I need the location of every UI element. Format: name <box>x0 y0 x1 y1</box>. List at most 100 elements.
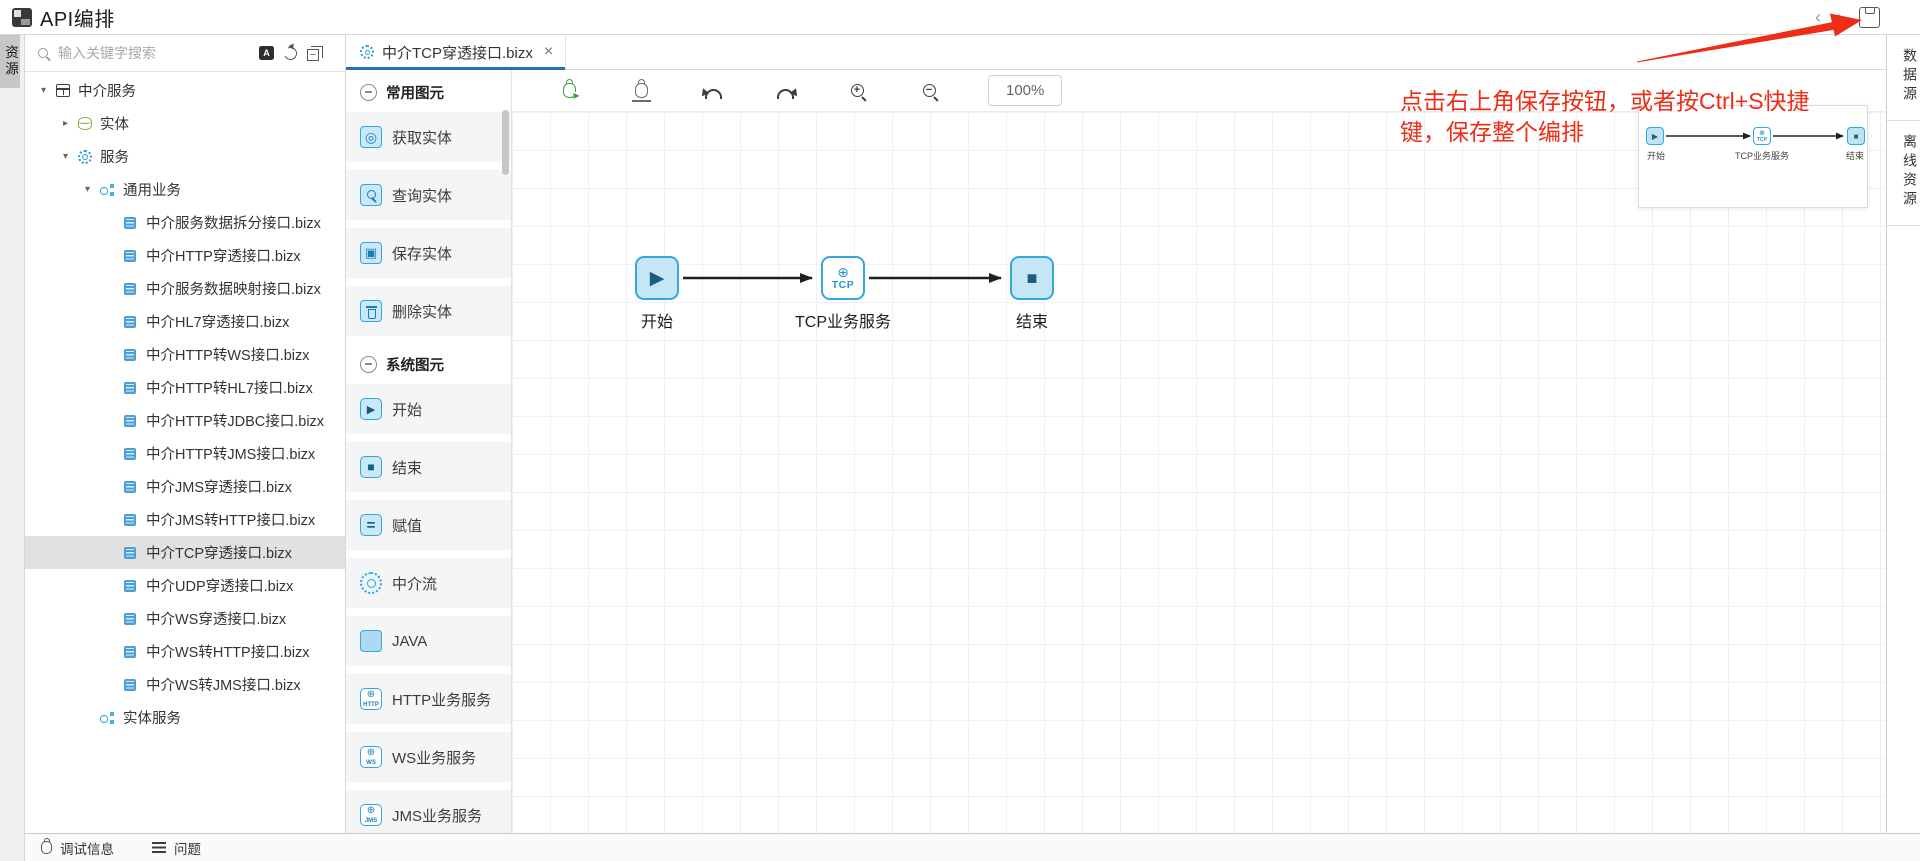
collapse-section-icon[interactable] <box>360 84 377 101</box>
palette-item-icon <box>360 242 382 264</box>
palette-row[interactable]: 查询实体 <box>346 170 511 220</box>
minimap-label-tcp: TCP业务服务 <box>1735 149 1789 162</box>
palette-row[interactable]: 中介流 <box>346 558 511 608</box>
redo-icon <box>777 89 794 99</box>
zoom-in-button[interactable] <box>844 78 870 104</box>
tree-item[interactable]: 中介JMS转HTTP接口.bizx <box>25 503 345 536</box>
palette-scrollbar[interactable] <box>502 110 509 175</box>
tree-item-icon <box>124 250 136 262</box>
tree-item[interactable]: 中介WS穿透接口.bizx <box>25 602 345 635</box>
palette-row[interactable]: HTTP HTTP业务服务 <box>346 674 511 724</box>
locale-toggle-icon[interactable] <box>259 46 274 60</box>
tree-item[interactable]: 通用业务 <box>25 173 345 206</box>
palette-row[interactable]: JMS JMS业务服务 <box>346 790 511 833</box>
tab-close-icon[interactable]: × <box>544 44 553 60</box>
collapse-all-icon[interactable] <box>307 49 319 61</box>
zoom-out-button[interactable] <box>916 78 942 104</box>
bottom-bar: 调试信息 问题 <box>25 833 1920 861</box>
tree-item-label: 中介服务数据映射接口.bizx <box>146 278 321 299</box>
debug-deploy-icon <box>635 83 648 98</box>
tree-item-label: 中介JMS转HTTP接口.bizx <box>146 509 315 530</box>
header-actions: ‹ › <box>1815 7 1910 28</box>
work-area: 中介TCP穿透接口.bizx × 常用图元 获取实体 <box>346 35 1886 833</box>
palette-item-icon <box>360 630 382 652</box>
node-tcp-service[interactable]: TCP <box>821 256 865 300</box>
palette-row[interactable]: 删除实体 <box>346 286 511 336</box>
node-start[interactable] <box>635 256 679 300</box>
bottom-bar-item-icon <box>41 841 52 854</box>
node-end[interactable] <box>1010 256 1054 300</box>
tree-item[interactable]: 中介服务数据拆分接口.bizx <box>25 206 345 239</box>
tree-item[interactable]: 中介WS转HTTP接口.bizx <box>25 635 345 668</box>
nav-back-icon[interactable]: ‹ <box>1815 8 1821 26</box>
palette-row[interactable]: WS WS业务服务 <box>346 732 511 782</box>
caret-icon[interactable] <box>41 85 56 96</box>
bottom-bar-item[interactable]: 问题 <box>152 838 201 858</box>
app-header: API编排 ‹ › <box>0 0 1920 35</box>
rail-tab[interactable]: 离线资源 <box>1887 121 1920 226</box>
rail-tab[interactable]: 数据源 <box>1887 35 1920 121</box>
annotation-line-1: 点击右上角保存按钮，或者按Ctrl+S快捷 <box>1400 86 1810 117</box>
palette-row[interactable]: JAVA <box>346 616 511 666</box>
tree-item-icon <box>78 117 92 130</box>
tree-item-label: 中介HL7穿透接口.bizx <box>146 311 289 332</box>
rail-tab-resources[interactable]: 资源 <box>0 35 20 88</box>
zoom-level-button[interactable]: 100% <box>988 75 1062 106</box>
tree-item[interactable]: 服务 <box>25 140 345 173</box>
tree-item-icon <box>124 613 136 625</box>
tab-bizx-file[interactable]: 中介TCP穿透接口.bizx × <box>346 35 566 69</box>
palette-item-label: 赋值 <box>392 515 422 536</box>
debug-deploy-button[interactable] <box>628 78 654 104</box>
redo-button[interactable] <box>772 78 798 104</box>
tree-item[interactable]: 中介WS转JMS接口.bizx <box>25 668 345 701</box>
tree-item[interactable]: 中介JMS穿透接口.bizx <box>25 470 345 503</box>
canvas-grid[interactable] <box>512 112 1886 833</box>
palette-item-icon: JMS <box>360 804 382 826</box>
tree-item[interactable]: 中介HTTP转HL7接口.bizx <box>25 371 345 404</box>
palette-row[interactable]: 赋值 <box>346 500 511 550</box>
caret-icon[interactable] <box>85 184 100 195</box>
bottom-bar-item[interactable]: 调试信息 <box>41 838 114 858</box>
palette-row[interactable]: 常用图元 <box>346 72 511 112</box>
tree-item[interactable]: 中介HTTP穿透接口.bizx <box>25 239 345 272</box>
tree-item[interactable]: 中介TCP穿透接口.bizx <box>25 536 345 569</box>
node-tcp-label: TCP业务服务 <box>795 308 891 332</box>
tree-item[interactable]: 实体服务 <box>25 701 345 734</box>
tree-item[interactable]: 中介HTTP转WS接口.bizx <box>25 338 345 371</box>
flow-canvas[interactable]: 100% TCP 开始 TCP业务服务 结束 <box>512 70 1886 833</box>
tree-item-label: 中介HTTP转HL7接口.bizx <box>146 377 313 398</box>
tree-item[interactable]: 中介HTTP转JDBC接口.bizx <box>25 404 345 437</box>
debug-run-button[interactable] <box>556 78 582 104</box>
tree-item[interactable]: 实体 <box>25 107 345 140</box>
node-tcp-badge: TCP <box>832 279 855 291</box>
palette-row[interactable]: 开始 <box>346 384 511 434</box>
search-input[interactable] <box>58 45 259 61</box>
palette-row[interactable]: 获取实体 <box>346 112 511 162</box>
nav-forward-icon[interactable]: › <box>1837 8 1843 26</box>
tree-item[interactable]: 中介UDP穿透接口.bizx <box>25 569 345 602</box>
bottom-bar-item-label: 问题 <box>174 838 201 858</box>
collapse-section-icon[interactable] <box>360 356 377 373</box>
palette-row[interactable]: 结束 <box>346 442 511 492</box>
palette-item-label: 获取实体 <box>392 127 452 148</box>
bottom-bar-item-label: 调试信息 <box>60 838 114 858</box>
bottom-bar-item-icon <box>152 842 166 853</box>
tree-item[interactable]: 中介服务 <box>25 74 345 107</box>
tree-item-icon <box>56 84 70 97</box>
palette-row[interactable]: 保存实体 <box>346 228 511 278</box>
undo-button[interactable] <box>700 78 726 104</box>
caret-icon[interactable] <box>63 151 78 162</box>
tree-item[interactable]: 中介服务数据映射接口.bizx <box>25 272 345 305</box>
caret-icon[interactable] <box>63 118 78 129</box>
tree-item-label: 中介HTTP转JMS接口.bizx <box>146 443 315 464</box>
tree-item-icon <box>124 580 136 592</box>
tree-item-label: 中介HTTP转WS接口.bizx <box>146 344 310 365</box>
tree-item[interactable]: 中介HTTP转JMS接口.bizx <box>25 437 345 470</box>
refresh-icon[interactable] <box>282 45 299 62</box>
app-logo-icon <box>12 8 32 27</box>
palette-row[interactable]: 系统图元 <box>346 344 511 384</box>
tree-item[interactable]: 中介HL7穿透接口.bizx <box>25 305 345 338</box>
tree-item-icon <box>100 711 115 725</box>
save-button[interactable] <box>1859 7 1880 28</box>
tree-item-icon <box>124 679 136 691</box>
